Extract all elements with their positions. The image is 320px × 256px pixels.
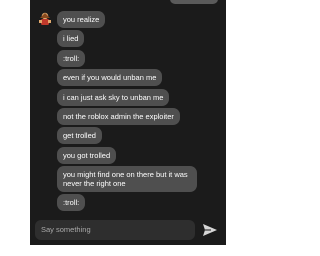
message-bubble: :troll: <box>57 194 86 211</box>
chat-panel: you realize i lied :troll: even if you w… <box>30 0 226 215</box>
message-bubble: get trolled <box>57 127 102 144</box>
previous-message-bubble <box>170 0 218 4</box>
message-bubble: :troll: <box>57 50 86 67</box>
message-bubble: i can just ask sky to unban me <box>57 89 170 106</box>
message-bubble: you realize <box>57 11 106 28</box>
avatar <box>39 12 51 25</box>
message-bubble: you got trolled <box>57 147 117 164</box>
message-bubble: not the roblox admin the exploiter <box>57 108 180 125</box>
message-bubble: even if you would unban me <box>57 69 163 86</box>
message-bubble: you might find one on there but it was n… <box>57 166 197 192</box>
app-root: you realize i lied :troll: even if you w… <box>0 0 256 256</box>
message-input[interactable]: Say something <box>35 220 195 240</box>
composer-bar: Say something <box>30 215 226 245</box>
send-icon[interactable] <box>202 222 218 238</box>
message-bubble: i lied <box>57 30 85 47</box>
